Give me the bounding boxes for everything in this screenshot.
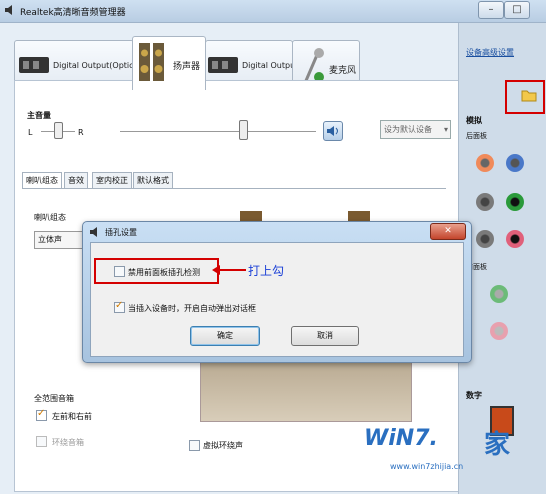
master-volume-label: 主音量 xyxy=(27,111,51,120)
dialog-title: 插孔设置 xyxy=(105,228,137,237)
jack-front-green[interactable] xyxy=(490,285,508,303)
tab-sound-effects[interactable]: 音效 xyxy=(64,172,88,189)
check-icon: ✓ xyxy=(37,408,46,419)
watermark-brand-char: 家 xyxy=(484,430,511,460)
watermark-brand: WiN7. xyxy=(364,426,438,451)
digital-output-icon xyxy=(208,57,238,73)
highlight-box-folder xyxy=(505,80,545,114)
speaker-icon xyxy=(90,227,97,237)
tab-label: 麦克风 xyxy=(329,66,357,76)
jack-front-pink[interactable] xyxy=(490,322,508,340)
tab-divider xyxy=(22,188,446,189)
tab-label: Digital Output(Optical) xyxy=(53,61,144,70)
jack-gray-2[interactable] xyxy=(476,230,494,248)
tab-room-correction[interactable]: 室内校正 xyxy=(92,172,132,189)
cancel-button[interactable]: 取消 xyxy=(291,326,359,346)
balance-slider[interactable] xyxy=(54,122,63,139)
virtual-surround-label: 虚拟环绕声 xyxy=(203,441,243,450)
room-floor-image xyxy=(200,360,412,422)
tab-default-format[interactable]: 默认格式 xyxy=(133,172,173,189)
speaker-app-icon xyxy=(4,4,16,16)
arrow-left-icon xyxy=(212,265,246,275)
full-range-speakers-label: 全范围音箱 xyxy=(34,394,74,403)
tab-speaker-config[interactable]: 喇叭组态 xyxy=(22,172,62,189)
speaker-icon xyxy=(139,43,164,81)
check-icon: ✓ xyxy=(115,300,124,311)
volume-track xyxy=(120,131,316,132)
title-bar: Realtek高清晰音频管理器 – □ ✕ xyxy=(0,0,546,23)
jack-blue[interactable] xyxy=(506,154,524,172)
auto-popup-checkbox[interactable]: ✓ xyxy=(114,300,125,313)
maximize-button[interactable]: □ xyxy=(504,1,530,19)
tab-label: 扬声器 xyxy=(173,62,201,72)
jack-settings-dialog: 插孔设置 ✕ xyxy=(82,221,472,363)
front-lr-checkbox[interactable]: ✓ xyxy=(36,408,47,421)
watermark: WiN7. 家 www.win7zhijia.cn xyxy=(360,424,540,490)
advanced-settings-link[interactable]: 设备高级设置 xyxy=(466,47,514,58)
annotation-text: 打上勾 xyxy=(248,264,285,278)
analog-label: 模拟 xyxy=(466,116,482,125)
tab-speakers[interactable]: 扬声器 xyxy=(132,36,206,90)
jack-green[interactable] xyxy=(506,193,524,211)
tab-label: Digital Output xyxy=(242,61,299,70)
dropdown-label: 设为默认设备 xyxy=(384,125,432,134)
auto-popup-label: 当插入设备时，开启自动弹出对话框 xyxy=(128,304,256,313)
chevron-down-icon: ▾ xyxy=(443,125,448,134)
set-default-device-dropdown[interactable]: 设为默认设备 ▾ xyxy=(380,120,451,139)
dialog-close-button[interactable]: ✕ xyxy=(430,223,466,240)
jack-gray[interactable] xyxy=(476,193,494,211)
ok-button[interactable]: 确定 xyxy=(190,326,260,346)
mute-button[interactable] xyxy=(323,121,343,141)
window-title: Realtek高清晰音频管理器 xyxy=(20,8,126,18)
front-lr-label: 左前和右前 xyxy=(52,412,92,421)
speaker-config-label: 喇叭组态 xyxy=(34,213,66,222)
minimize-button[interactable]: – xyxy=(478,1,504,19)
balance-left-label: L xyxy=(28,128,33,137)
jack-orange[interactable] xyxy=(476,154,494,172)
speaker-volume-icon xyxy=(327,126,338,136)
volume-slider[interactable] xyxy=(239,120,248,140)
surround-speakers-checkbox[interactable] xyxy=(36,436,47,447)
jack-pink[interactable] xyxy=(506,230,524,248)
watermark-url: www.win7zhijia.cn xyxy=(390,462,464,471)
digital-output-icon xyxy=(19,57,49,73)
virtual-surround-checkbox[interactable] xyxy=(189,440,200,451)
digital-label: 数字 xyxy=(466,391,482,400)
highlight-box-option xyxy=(94,258,219,284)
balance-right-label: R xyxy=(78,128,84,137)
rear-panel-label: 后面板 xyxy=(466,132,487,140)
surround-speakers-label: 环绕音箱 xyxy=(52,438,84,447)
